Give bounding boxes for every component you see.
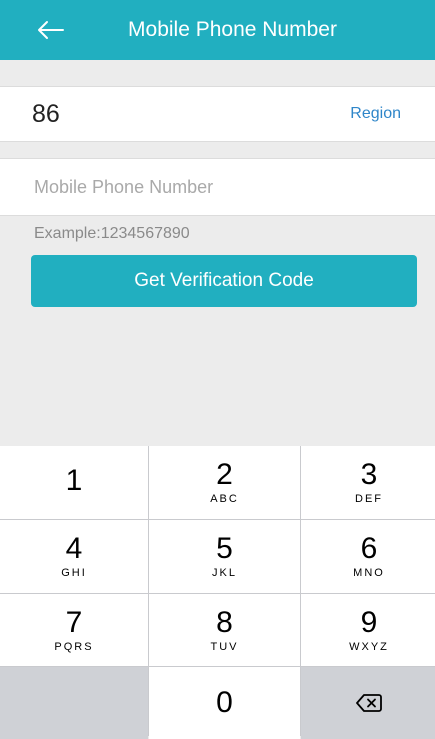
key-0[interactable]: 0 xyxy=(149,667,300,739)
phone-row xyxy=(0,158,435,216)
key-digit: 1 xyxy=(65,464,83,497)
page-title: Mobile Phone Number xyxy=(128,18,337,41)
key-6[interactable]: 6 MNO xyxy=(301,520,435,593)
region-row[interactable]: 86 Region xyxy=(0,86,435,142)
key-letters: TUV xyxy=(210,640,239,653)
region-link[interactable]: Region xyxy=(350,87,401,141)
key-3[interactable]: 3 DEF xyxy=(301,446,435,519)
key-letters: PQRS xyxy=(54,640,94,653)
key-1[interactable]: 1 xyxy=(0,446,148,519)
key-digit: 6 xyxy=(360,532,378,565)
get-verification-code-button[interactable]: Get Verification Code xyxy=(31,255,417,307)
key-5[interactable]: 5 JKL xyxy=(149,520,300,593)
key-7[interactable]: 7 PQRS xyxy=(0,594,148,666)
key-digit: 9 xyxy=(360,605,378,639)
backspace-key[interactable] xyxy=(301,667,435,739)
key-digit: 5 xyxy=(216,532,233,565)
key-digit: 2 xyxy=(216,458,233,491)
key-blank xyxy=(0,667,148,739)
key-letters: MNO xyxy=(353,567,385,579)
key-letters: ABC xyxy=(210,493,239,505)
key-digit: 8 xyxy=(216,605,233,639)
key-9[interactable]: 9 WXYZ xyxy=(301,594,435,666)
key-letters: GHI xyxy=(61,567,87,579)
key-2[interactable]: 2 ABC xyxy=(149,446,300,519)
example-hint: Example:1234567890 xyxy=(34,225,190,242)
key-letters: JKL xyxy=(212,567,237,579)
app-header: Mobile Phone Number xyxy=(0,0,435,60)
key-digit: 3 xyxy=(360,458,378,491)
key-8[interactable]: 8 TUV xyxy=(149,594,300,666)
key-digit: 4 xyxy=(65,532,83,565)
key-4[interactable]: 4 GHI xyxy=(0,520,148,593)
key-digit: 7 xyxy=(65,605,83,639)
key-letters: DEF xyxy=(355,493,383,505)
key-letters: WXYZ xyxy=(349,640,389,653)
country-code: 86 xyxy=(32,100,60,128)
phone-number-input[interactable] xyxy=(34,159,404,215)
numeric-keypad: 1 2 ABC 3 DEF 4 GHI 5 JKL 6 MNO 7 PQRS 8… xyxy=(0,446,435,739)
backspace-icon xyxy=(356,694,382,712)
key-digit: 0 xyxy=(216,686,233,719)
